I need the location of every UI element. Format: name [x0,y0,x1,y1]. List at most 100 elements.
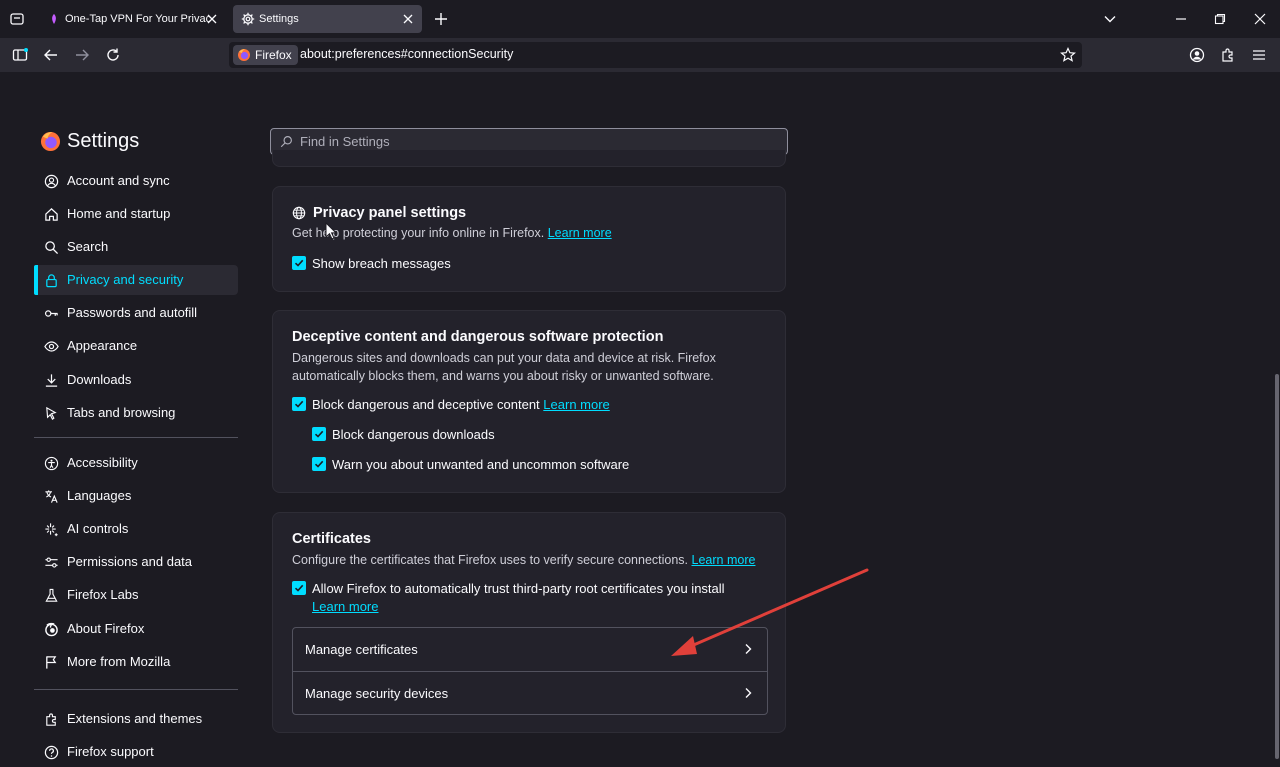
sidebar-item-label: Account and sync [67,173,170,188]
manage-security-devices-button[interactable]: Manage security devices [293,672,767,715]
sidebar-item-about-firefox[interactable]: About Firefox [34,614,238,644]
tab-title: Settings [259,13,299,25]
reload-button[interactable] [102,44,124,66]
tab-groups-button[interactable] [6,8,28,30]
bookmark-star-icon[interactable] [1060,47,1076,68]
sparkle-icon [43,521,59,537]
sidebar-item-extensions-and-themes[interactable]: Extensions and themes [34,704,238,734]
plus-icon [435,13,447,25]
vpn-extension-icon [48,13,60,25]
sidebar-item-account-and-sync[interactable]: Account and sync [34,166,238,196]
close-icon[interactable] [400,11,416,27]
show-breach-messages-checkbox[interactable]: Show breach messages [292,255,451,273]
page-scrollbar[interactable] [1275,374,1279,759]
sidebar-toggle-button[interactable] [9,44,31,66]
app-menu-button[interactable] [1248,44,1270,66]
account-button[interactable] [1186,44,1208,66]
sidebar-item-search[interactable]: Search [34,232,238,262]
sidebar-item-downloads[interactable]: Downloads [34,365,238,395]
deceptive-content-card: Deceptive content and dangerous software… [272,310,786,493]
gear-icon [241,12,255,26]
sidebar-item-label: Tabs and browsing [67,405,176,420]
sidebar-item-firefox-labs[interactable]: Firefox Labs [34,580,238,610]
checkbox-checked[interactable] [292,256,306,270]
sidebar-item-ai-controls[interactable]: AI controls [34,514,238,544]
learn-more-link[interactable]: Learn more [312,599,378,614]
close-icon [1254,13,1266,25]
sidebar-item-appearance[interactable]: Appearance [34,331,238,361]
puzzle-icon [43,711,59,727]
checkbox-checked[interactable] [312,457,326,471]
checkbox-checked[interactable] [312,427,326,441]
reload-icon [107,48,119,61]
annotation-arrow-icon [671,568,869,656]
sidebar-item-accessibility[interactable]: Accessibility [34,448,238,478]
sidebar-item-label: Extensions and themes [67,711,203,726]
settings-header: Settings [40,130,139,153]
warn-unwanted-software-checkbox[interactable]: Warn you about unwanted and uncommon sof… [312,456,629,474]
learn-more-link[interactable]: Learn more [543,397,609,412]
checkbox-checked[interactable] [292,397,306,411]
forward-button[interactable] [71,44,93,66]
sidebar-item-label: Downloads [67,372,132,387]
row-label: Manage security devices [305,686,449,701]
checkbox-label: Show breach messages [312,256,451,271]
identity-box[interactable]: Firefox [233,45,298,65]
search-placeholder: Find in Settings [300,134,390,149]
download-icon [43,372,59,388]
firefox-icon [43,621,59,637]
checkbox-text: Block dangerous and deceptive content [312,397,540,412]
checkbox-checked[interactable] [292,581,306,595]
back-button[interactable] [40,44,62,66]
page-title: Settings [67,130,140,152]
checkbox-label: Block dangerous and deceptive content Le… [312,396,610,414]
arrow-left-icon [44,49,57,61]
description-text: Configure the certificates that Firefox … [292,553,689,567]
navigation-toolbar: Firefox about:preferences#connectionSecu… [0,38,1280,72]
checkmark-icon [294,584,304,592]
list-all-tabs-button[interactable] [1099,8,1121,30]
section-title: Certificates [292,531,371,547]
section-title: Privacy panel settings [313,205,467,221]
block-dangerous-downloads-checkbox[interactable]: Block dangerous downloads [312,426,495,444]
identity-label: Firefox [255,48,292,62]
url-text[interactable]: about:preferences#connectionSecurity [300,47,513,61]
learn-more-link[interactable]: Learn more [548,226,612,240]
sidebar-item-permissions-and-data[interactable]: Permissions and data [34,547,238,577]
checkmark-icon [294,400,304,408]
sidebar-item-passwords-and-autofill[interactable]: Passwords and autofill [34,298,238,328]
home-icon [43,206,59,222]
address-bar[interactable]: Firefox about:preferences#connectionSecu… [229,42,1082,68]
tab-settings[interactable]: Settings [233,5,422,33]
key-icon [43,305,59,321]
close-icon[interactable] [204,11,220,27]
search-icon [43,239,59,255]
sidebar-item-home-and-startup[interactable]: Home and startup [34,199,238,229]
sidebar-item-tabs-and-browsing[interactable]: Tabs and browsing [34,398,238,428]
sidebar-item-languages[interactable]: Languages [34,481,238,511]
restore-button[interactable] [1209,8,1231,30]
privacy-panel-card: Privacy panel settings Get help protecti… [272,186,786,292]
sidebar-item-more-from-mozilla[interactable]: More from Mozilla [34,647,238,677]
translate-icon [43,488,59,504]
new-tab-button[interactable] [430,8,452,30]
chevron-down-icon [1104,16,1116,23]
chevron-right-icon [743,687,753,702]
cursor-icon [43,405,59,421]
sidebar-divider [34,689,238,690]
sidebar-item-label: Firefox support [67,744,154,759]
sidebar-item-privacy-and-security[interactable]: Privacy and security [34,265,238,295]
sidebar-item-label: About Firefox [67,621,145,636]
flask-icon [43,587,59,603]
minimize-button[interactable] [1170,8,1192,30]
firefox-logo-icon [237,48,251,62]
arrow-right-icon [76,49,89,61]
sliders-icon [43,554,59,570]
checkmark-icon [314,430,324,438]
sidebar-item-firefox-support[interactable]: Firefox support [34,737,238,767]
extensions-button[interactable] [1217,44,1239,66]
close-window-button[interactable] [1249,8,1271,30]
tab-title: One-Tap VPN For Your Privacy & [65,13,211,25]
block-dangerous-content-checkbox[interactable]: Block dangerous and deceptive content Le… [292,396,610,414]
tab-vpn[interactable]: One-Tap VPN For Your Privacy & [38,5,226,33]
